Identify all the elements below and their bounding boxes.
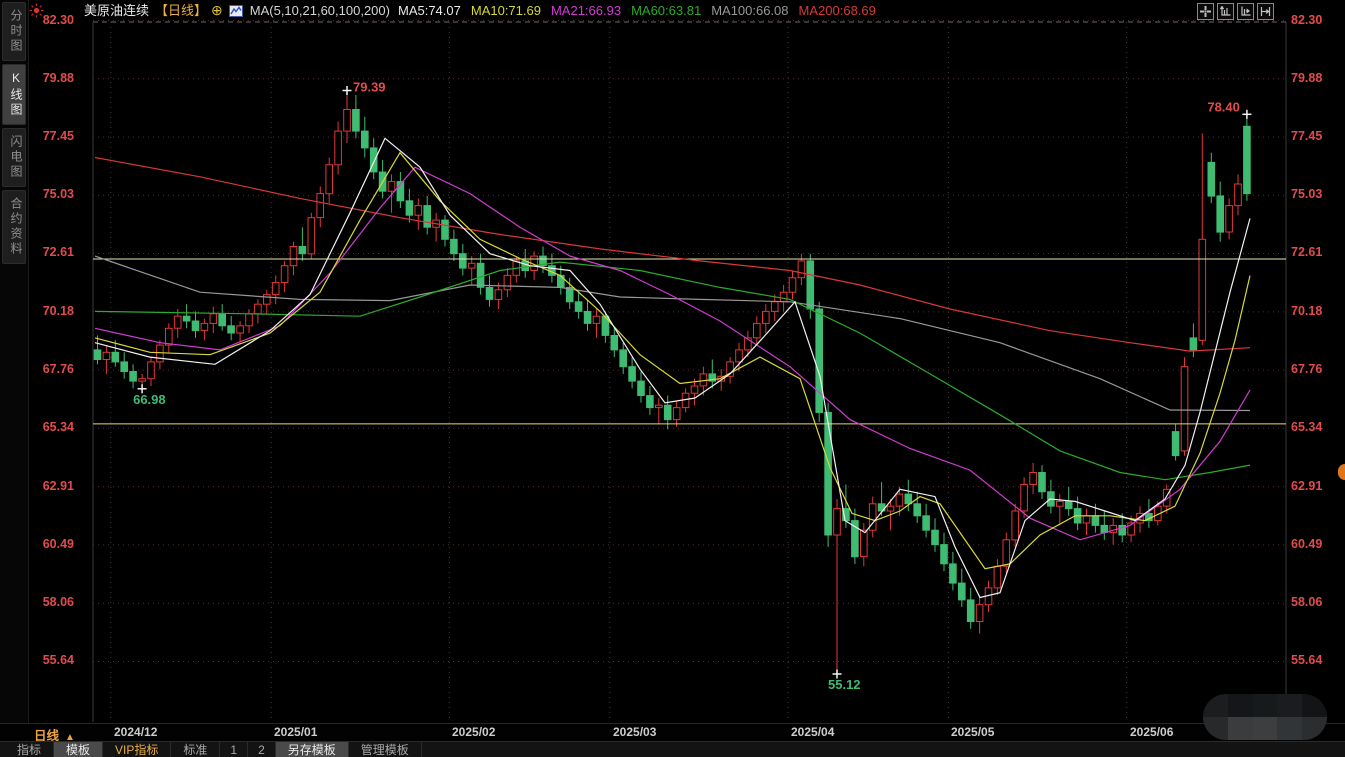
toolbar-btn-save-template[interactable]: 另存模板 — [276, 742, 349, 757]
axis-pan-icon[interactable] — [1237, 3, 1254, 20]
svg-text:55.12: 55.12 — [828, 677, 861, 692]
kline-chart[interactable]: 79.39 66.98 55.12 78.40 — [0, 0, 1345, 723]
ma-params-label: MA(5,10,21,60,100,200) — [250, 3, 390, 18]
price-tick-label: 67.76 — [1291, 362, 1339, 376]
bottom-toolbar: 指标模板VIP指标标准12另存模板管理模板 — [0, 741, 1345, 757]
month-label: 2025/04 — [791, 725, 834, 739]
toolbar-btn-1[interactable]: 1 — [220, 742, 248, 757]
price-tick-label: 79.88 — [26, 71, 74, 85]
chart-thumbnail-icon[interactable] — [229, 2, 243, 23]
ma-value: MA21:66.93 — [551, 3, 621, 18]
month-label: 2025/01 — [274, 725, 317, 739]
toolbar-btn-standard[interactable]: 标准 — [171, 742, 220, 757]
price-tick-label: 55.64 — [26, 653, 74, 667]
trading-app-window: 79.39 66.98 55.12 78.40 分时图 K线图闪电图合约资料 美原油连续… — [0, 0, 1345, 757]
svg-text:66.98: 66.98 — [133, 392, 166, 407]
toolbar-btn-2[interactable]: 2 — [248, 742, 276, 757]
month-label: 2025/02 — [452, 725, 495, 739]
toolbar-btn-indicator[interactable]: 指标 — [5, 742, 54, 757]
price-tick-label: 70.18 — [1291, 304, 1339, 318]
ma-value: MA5:74.07 — [398, 3, 461, 18]
price-tick-label: 58.06 — [26, 595, 74, 609]
price-tick-label: 65.34 — [26, 420, 74, 434]
ma-value: MA100:66.08 — [711, 3, 788, 18]
axis-zoom-icon[interactable] — [1217, 3, 1234, 20]
edge-logo-fragment — [1338, 464, 1345, 480]
sidebar-tab-contract-info[interactable]: 合约资料 — [2, 190, 26, 264]
price-tick-label: 67.76 — [26, 362, 74, 376]
alert-burst-icon — [29, 3, 44, 18]
month-label: 2025/03 — [613, 725, 656, 739]
price-tick-label: 70.18 — [26, 304, 74, 318]
price-tick-label: 60.49 — [26, 537, 74, 551]
price-tick-label: 55.64 — [1291, 653, 1339, 667]
crosshair-icon[interactable] — [1197, 3, 1214, 20]
x-axis-row: 日线▲ 2024/122025/012025/022025/032025/042… — [0, 723, 1345, 742]
chart-header: 美原油连续【日线】 ⊕ MA(5,10,21,60,100,200) MA5:74.0… — [84, 0, 886, 21]
price-tick-label: 79.88 — [1291, 71, 1339, 85]
price-tick-label: 72.61 — [1291, 245, 1339, 259]
month-label: 2025/06 — [1130, 725, 1173, 739]
circle-plus-icon[interactable]: ⊕ — [211, 2, 223, 18]
svg-text:78.40: 78.40 — [1207, 99, 1240, 114]
chart-toolbar-icons — [1197, 3, 1274, 20]
sidebar-tab-time-chart[interactable]: 分时图 — [2, 2, 26, 61]
month-label: 2024/12 — [114, 725, 157, 739]
sidebar-tab-lightning-chart[interactable]: 闪电图 — [2, 128, 26, 187]
price-tick-label: 75.03 — [26, 187, 74, 201]
ma-value: MA10:71.69 — [471, 3, 541, 18]
chart-type-sidebar: 分时图 K线图闪电图合约资料 — [0, 0, 29, 723]
toolbar-btn-vip-indicator[interactable]: VIP指标 — [103, 742, 171, 757]
price-tick-label: 65.34 — [1291, 420, 1339, 434]
price-tick-label: 58.06 — [1291, 595, 1339, 609]
ma-value: MA200:68.69 — [799, 3, 876, 18]
month-label: 2025/05 — [951, 725, 994, 739]
page-shift-icon[interactable] — [1257, 3, 1274, 20]
blurred-watermark — [1203, 694, 1327, 740]
price-tick-label: 62.91 — [26, 479, 74, 493]
price-tick-label: 62.91 — [1291, 479, 1339, 493]
ma-value: MA60:63.81 — [631, 3, 701, 18]
ma-values: MA5:74.07 MA10:71.69 MA21:66.93 MA60:63.81 M… — [398, 3, 886, 18]
period-label: 【日线】 — [155, 3, 207, 18]
sidebar-tab-kline-chart[interactable]: K线图 — [2, 64, 26, 125]
toolbar-btn-manage-template[interactable]: 管理模板 — [349, 742, 422, 757]
svg-text:79.39: 79.39 — [353, 80, 386, 95]
price-tick-label: 75.03 — [1291, 187, 1339, 201]
price-tick-label: 60.49 — [1291, 537, 1339, 551]
symbol-name: 美原油连续 — [84, 3, 149, 18]
price-tick-label: 77.45 — [26, 129, 74, 143]
price-tick-label: 77.45 — [1291, 129, 1339, 143]
toolbar-btn-template[interactable]: 模板 — [54, 742, 103, 757]
price-tick-label: 82.30 — [1291, 13, 1339, 27]
price-tick-label: 72.61 — [26, 245, 74, 259]
